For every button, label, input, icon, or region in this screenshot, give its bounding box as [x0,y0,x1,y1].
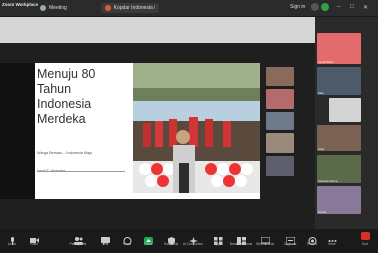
slide-black-margin [0,63,35,199]
toolbar-label: End [362,242,368,246]
toolbar-label: Apps [214,242,222,246]
app-logo: Zoom Workplace [2,2,39,7]
toolbar-label: Audio [7,242,17,246]
toolbar-label: Share [143,242,153,246]
toolbar-label: Video [29,242,39,246]
participant-tile[interactable]: Eddy [317,125,361,151]
tab-label: Meeting [49,5,67,11]
share-screen-icon [143,232,153,245]
slide-title: Menuju 80 Tahun Indonesia Merdeka [37,67,129,127]
slide-divider [37,171,125,172]
chat-button[interactable]: Chat [93,232,117,252]
notifications-icon[interactable] [311,3,319,11]
participant-name: Rika [318,91,324,95]
video-tile[interactable] [266,112,294,130]
participant-name: Gibrahan Rieza [318,179,338,183]
participant-tile[interactable]: Gibrahan Rieza [317,155,361,183]
video-tile[interactable] [266,156,294,176]
participant-name: Eddy [318,147,325,151]
slide-text-block: Menuju 80 Tahun Indonesia Merdeka Warga … [37,67,129,173]
video-tile[interactable] [266,67,294,86]
slide-title-line: Indonesia [37,97,92,111]
toolbar-label: Whiteboards [256,242,274,246]
end-call-icon [360,232,370,240]
breakout-rooms-icon [236,232,246,245]
tab-kopdar[interactable]: Kopdar Indonesia Merdeka [101,3,159,13]
ai-companion-icon [188,232,198,245]
audio-button[interactable]: Audio [0,232,24,252]
shared-slide[interactable]: Menuju 80 Tahun Indonesia Merdeka Warga … [0,63,260,199]
host-tools-button[interactable]: Host tools [159,232,183,252]
toolbar-label: AI Companion [182,242,204,246]
slide-subtitle: Warga Bersatu – Indonesia Maju [37,151,93,155]
event-photo [133,63,260,193]
participants-button[interactable]: Participants [66,232,90,252]
whiteboards-button[interactable]: Whiteboards [253,232,277,252]
record-icon [308,232,317,245]
end-button[interactable]: End [358,232,372,250]
breakout-rooms-button[interactable]: Breakout rooms [229,232,253,252]
tab-meeting[interactable]: Meeting [36,3,96,13]
close-icon[interactable]: ✕ [363,4,368,11]
video-tile[interactable] [266,133,294,153]
captions-button[interactable]: Captions [278,232,302,252]
security-icon[interactable] [321,3,329,11]
signin-link[interactable]: Sign in [290,4,305,10]
toolbar-label: Participants [69,242,87,246]
toolbar-label: Host tools [163,242,179,246]
maximize-icon[interactable]: □ [350,4,354,10]
video-button[interactable]: Video [22,232,46,252]
share-header-strip [0,17,315,43]
event-photo-illustration [133,63,260,193]
participant-tile[interactable]: Rika [317,67,361,95]
tab-label: Kopdar Indonesia Merdeka [113,5,155,11]
share-button[interactable]: Share [136,232,160,252]
participant-name: Syaiful Bahri [318,60,334,64]
participant-tile[interactable]: Syaiful Bahri [317,33,361,64]
apps-button[interactable]: Apps [206,232,230,252]
toolbar-label: Breakout rooms [229,242,253,246]
shield-icon [167,232,176,245]
slide-title-line: Menuju 80 [37,67,96,81]
react-icon [123,232,132,245]
toolbar-label: Chat [101,242,109,246]
toolbar-label: Captions [283,242,297,246]
video-camera-icon [29,232,39,243]
microphone-icon [8,232,17,245]
participant-name: Nanda [318,210,327,214]
ai-companion-button[interactable]: AI Companion [181,232,205,252]
participant-tile[interactable]: Nanda [317,186,361,214]
video-tile[interactable] [266,89,294,109]
more-icon [328,232,337,242]
toolbar-label: More [328,242,336,246]
apps-icon [213,232,223,245]
meeting-tab-icon [105,5,111,11]
meeting-toolbar: Audio Video Participants Chat React Shar… [0,229,378,253]
whiteboard-icon [260,232,270,245]
minimize-icon[interactable]: – [337,4,340,10]
meeting-tab-icon [40,5,46,11]
captions-icon [285,232,295,246]
title-bar: Zoom Workplace Meeting Kopdar Indonesia … [0,0,378,16]
more-button[interactable]: More [320,232,344,252]
participant-tile[interactable] [329,98,361,122]
chat-icon [100,232,110,245]
slide-title-line: Merdeka [37,112,86,126]
slide-title-line: Tahun [37,82,72,96]
participants-icon [73,232,83,245]
participant-gallery: Syaiful Bahri Rika Eddy Gibrahan Rieza N… [315,17,378,229]
